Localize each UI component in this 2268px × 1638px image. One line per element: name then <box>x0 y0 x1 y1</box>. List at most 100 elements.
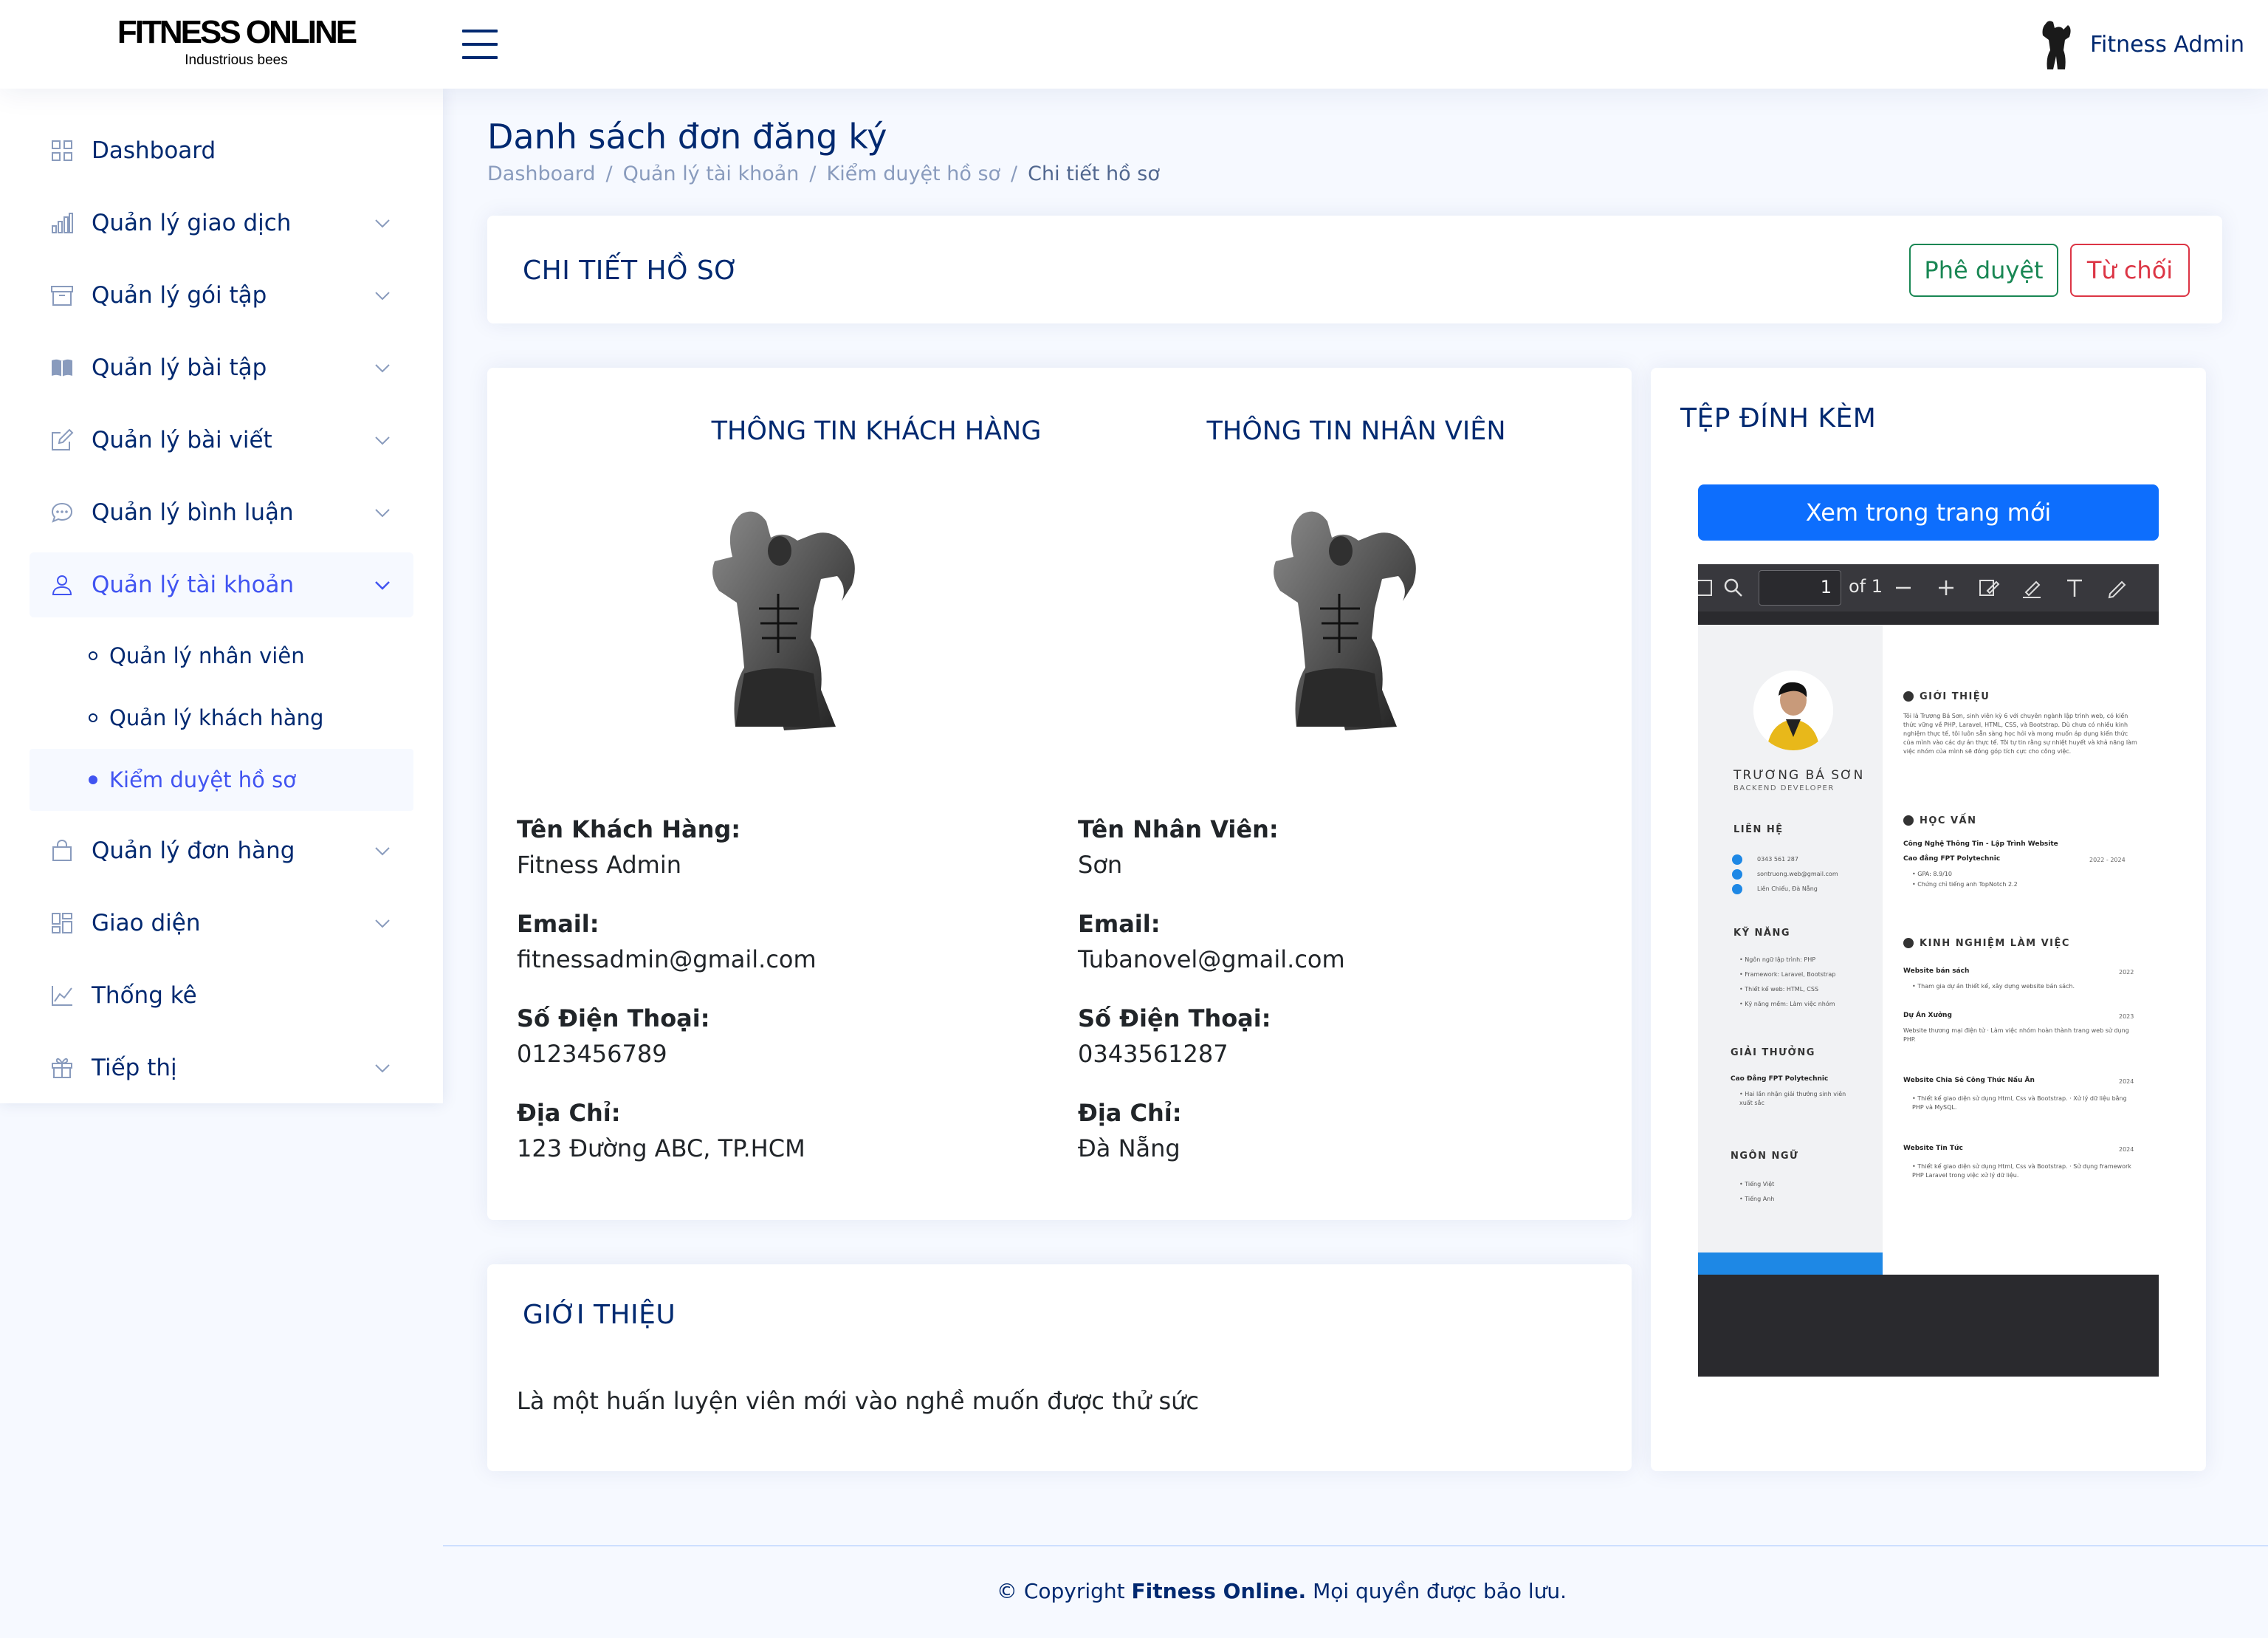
user-profile[interactable]: Fitness Admin <box>2038 16 2244 72</box>
breadcrumb-link-dashboard[interactable]: Dashboard <box>487 162 595 185</box>
chevron-down-icon <box>375 1064 390 1073</box>
cv-edu-title: Công Nghệ Thông Tin - Lập Trình Website <box>1903 840 2058 848</box>
zoom-out-icon[interactable] <box>1891 576 1915 600</box>
pdf-page-input[interactable]: 1 <box>1759 570 1841 606</box>
text-tool-icon[interactable] <box>2063 576 2086 600</box>
sign-icon[interactable] <box>1977 576 2001 600</box>
cv-role: BACKEND DEVELOPER <box>1733 784 1835 792</box>
cv-exp-title: Website Chia Sẻ Công Thức Nấu Ăn <box>1903 1077 2035 1084</box>
cv-accent-bar <box>1698 1253 1883 1275</box>
sidebar-toggle-icon[interactable] <box>1698 576 1714 600</box>
breadcrumb-link-review[interactable]: Kiểm duyệt hồ sơ <box>827 162 1001 185</box>
breadcrumb-separator: / <box>809 162 817 185</box>
person-icon <box>52 575 72 595</box>
cv-languages-heading: NGÔN NGỮ <box>1731 1151 1799 1162</box>
education-icon <box>1903 815 1914 826</box>
submenu-item-employees[interactable]: Quản lý nhân viên <box>30 625 413 687</box>
chevron-down-icon <box>375 364 390 373</box>
info-icon <box>1903 691 1914 702</box>
sidebar-item-orders[interactable]: Quản lý đơn hàng <box>30 818 413 883</box>
cv-awards-heading: GIẢI THƯỞNG <box>1731 1047 1815 1058</box>
customer-phone-label: Số Điện Thoại: <box>517 1004 710 1032</box>
employee-name-value: Sơn <box>1078 851 1123 879</box>
employee-phone-value: 0343561287 <box>1078 1040 1228 1068</box>
phone-icon <box>1732 854 1742 865</box>
reject-button[interactable]: Từ chối <box>2070 244 2190 297</box>
sidebar-item-accounts[interactable]: Quản lý tài khoản <box>30 552 413 617</box>
cv-exp-date: 2022 <box>2119 969 2134 976</box>
bag-icon <box>52 839 72 861</box>
sidebar-item-marketing[interactable]: Tiếp thị <box>30 1035 413 1100</box>
customer-name-value: Fitness Admin <box>517 851 681 879</box>
sidebar-item-label: Quản lý tài khoản <box>92 572 295 598</box>
sidebar-item-dashboard[interactable]: Dashboard <box>30 118 413 183</box>
cv-exp-desc: • Thiết kế giao diện sử dụng Html, Css v… <box>1912 1163 2131 1179</box>
cv-intro-heading: GIỚI THIỆU <box>1920 691 1990 702</box>
customer-name-label: Tên Khách Hàng: <box>517 815 741 843</box>
detail-header-card: CHI TIẾT HỒ SƠ Phê duyệt Từ chối <box>487 216 2222 323</box>
chevron-up-icon <box>375 581 390 590</box>
sidebar-item-transactions[interactable]: Quản lý giao dịch <box>30 191 413 256</box>
book-icon <box>52 359 72 377</box>
footer-copyright: © Copyright Fitness Online. Mọi quyền đư… <box>996 1579 1567 1603</box>
cv-skills-heading: KỸ NĂNG <box>1733 928 1791 939</box>
cv-skill: • Ngôn ngữ lập trình: PHP <box>1739 956 1816 963</box>
customer-bodybuilder-image <box>712 511 855 730</box>
menu-toggle-icon[interactable] <box>462 30 498 59</box>
cv-skill: • Kỹ năng mềm: Làm việc nhóm <box>1739 1001 1835 1007</box>
chevron-down-icon <box>375 509 390 518</box>
layout-icon <box>52 913 72 933</box>
sidebar-item-label: Tiếp thị <box>92 1055 177 1081</box>
gift-icon <box>52 1058 72 1078</box>
pdf-viewer[interactable]: 1 of 1 TRƯƠNG BÁ SƠN BACKEND DEVELOPER L… <box>1698 564 2159 1377</box>
sidebar-item-posts[interactable]: Quản lý bài viết <box>30 408 413 473</box>
circle-icon <box>89 713 97 722</box>
draw-icon[interactable] <box>2106 576 2129 600</box>
pdf-toolbar: 1 of 1 <box>1698 564 2159 611</box>
breadcrumb-separator: / <box>605 162 613 185</box>
zoom-in-icon[interactable] <box>1934 576 1958 600</box>
intro-card: GIỚI THIỆU <box>487 1264 1632 1471</box>
search-icon[interactable] <box>1722 576 1745 600</box>
highlight-icon[interactable] <box>2020 576 2044 600</box>
location-icon <box>1732 884 1742 894</box>
cv-name: TRƯƠNG BÁ SƠN <box>1733 768 1865 783</box>
breadcrumb-current: Chi tiết hồ sơ <box>1028 162 1160 185</box>
open-new-tab-button[interactable]: Xem trong trang mới <box>1698 484 2159 541</box>
customer-email-label: Email: <box>517 910 599 938</box>
sidebar-item-label: Quản lý gói tập <box>92 282 267 309</box>
footer-divider <box>443 1545 2268 1546</box>
employee-info-heading: THÔNG TIN NHÂN VIÊN <box>1206 417 1506 446</box>
approve-button[interactable]: Phê duyệt <box>1909 244 2058 297</box>
intro-text: Là một huấn luyện viên mới vào nghề muốn… <box>517 1387 1200 1415</box>
pdf-page-count: of 1 <box>1849 576 1883 597</box>
sidebar-item-packages[interactable]: Quản lý gói tập <box>30 263 413 328</box>
cv-language: • Tiếng Việt <box>1739 1181 1775 1188</box>
sidebar-item-statistics[interactable]: Thống kê <box>30 963 413 1028</box>
cv-experience-heading: KINH NGHIỆM LÀM VIỆC <box>1920 938 2070 949</box>
submenu-item-customers[interactable]: Quản lý khách hàng <box>30 687 413 749</box>
employee-email-label: Email: <box>1078 910 1161 938</box>
cv-exp-title: Dự Án Xưởng <box>1903 1012 1952 1019</box>
submenu-item-label: Quản lý nhân viên <box>109 643 305 668</box>
cv-phone: 0343 561 287 <box>1757 856 1798 863</box>
submenu-item-review[interactable]: Kiểm duyệt hồ sơ <box>30 749 413 811</box>
sidebar-nav: Dashboard Quản lý giao dịch Quản lý gói … <box>30 118 413 1108</box>
sidebar-item-label: Quản lý đơn hàng <box>92 837 295 864</box>
cv-photo <box>1753 671 1833 750</box>
cv-intro-text: Tôi là Trương Bá Sơn, sinh viên kỳ 6 với… <box>1903 713 2137 755</box>
chevron-down-icon <box>375 919 390 928</box>
sidebar-item-comments[interactable]: Quản lý bình luận <box>30 480 413 545</box>
info-card: THÔNG TIN KHÁCH HÀNG THÔNG TIN NHÂN VIÊN… <box>487 368 1632 1220</box>
employee-email-value: Tubanovel@gmail.com <box>1078 945 1345 973</box>
logo[interactable]: FITNESS ONLINE Industrious bees <box>71 13 402 69</box>
archive-icon <box>51 286 73 306</box>
cv-edu-item: • GPA: 8.9/10 <box>1912 871 1952 877</box>
pencil-square-icon <box>52 428 74 450</box>
sidebar-item-interface[interactable]: Giao diện <box>30 891 413 956</box>
submenu-item-label: Kiểm duyệt hồ sơ <box>109 767 296 792</box>
breadcrumb-link-accounts[interactable]: Quản lý tài khoản <box>623 162 800 185</box>
cv-exp-date: 2024 <box>2119 1146 2134 1153</box>
sidebar-item-exercises[interactable]: Quản lý bài tập <box>30 335 413 400</box>
cv-exp-date: 2023 <box>2119 1013 2134 1020</box>
